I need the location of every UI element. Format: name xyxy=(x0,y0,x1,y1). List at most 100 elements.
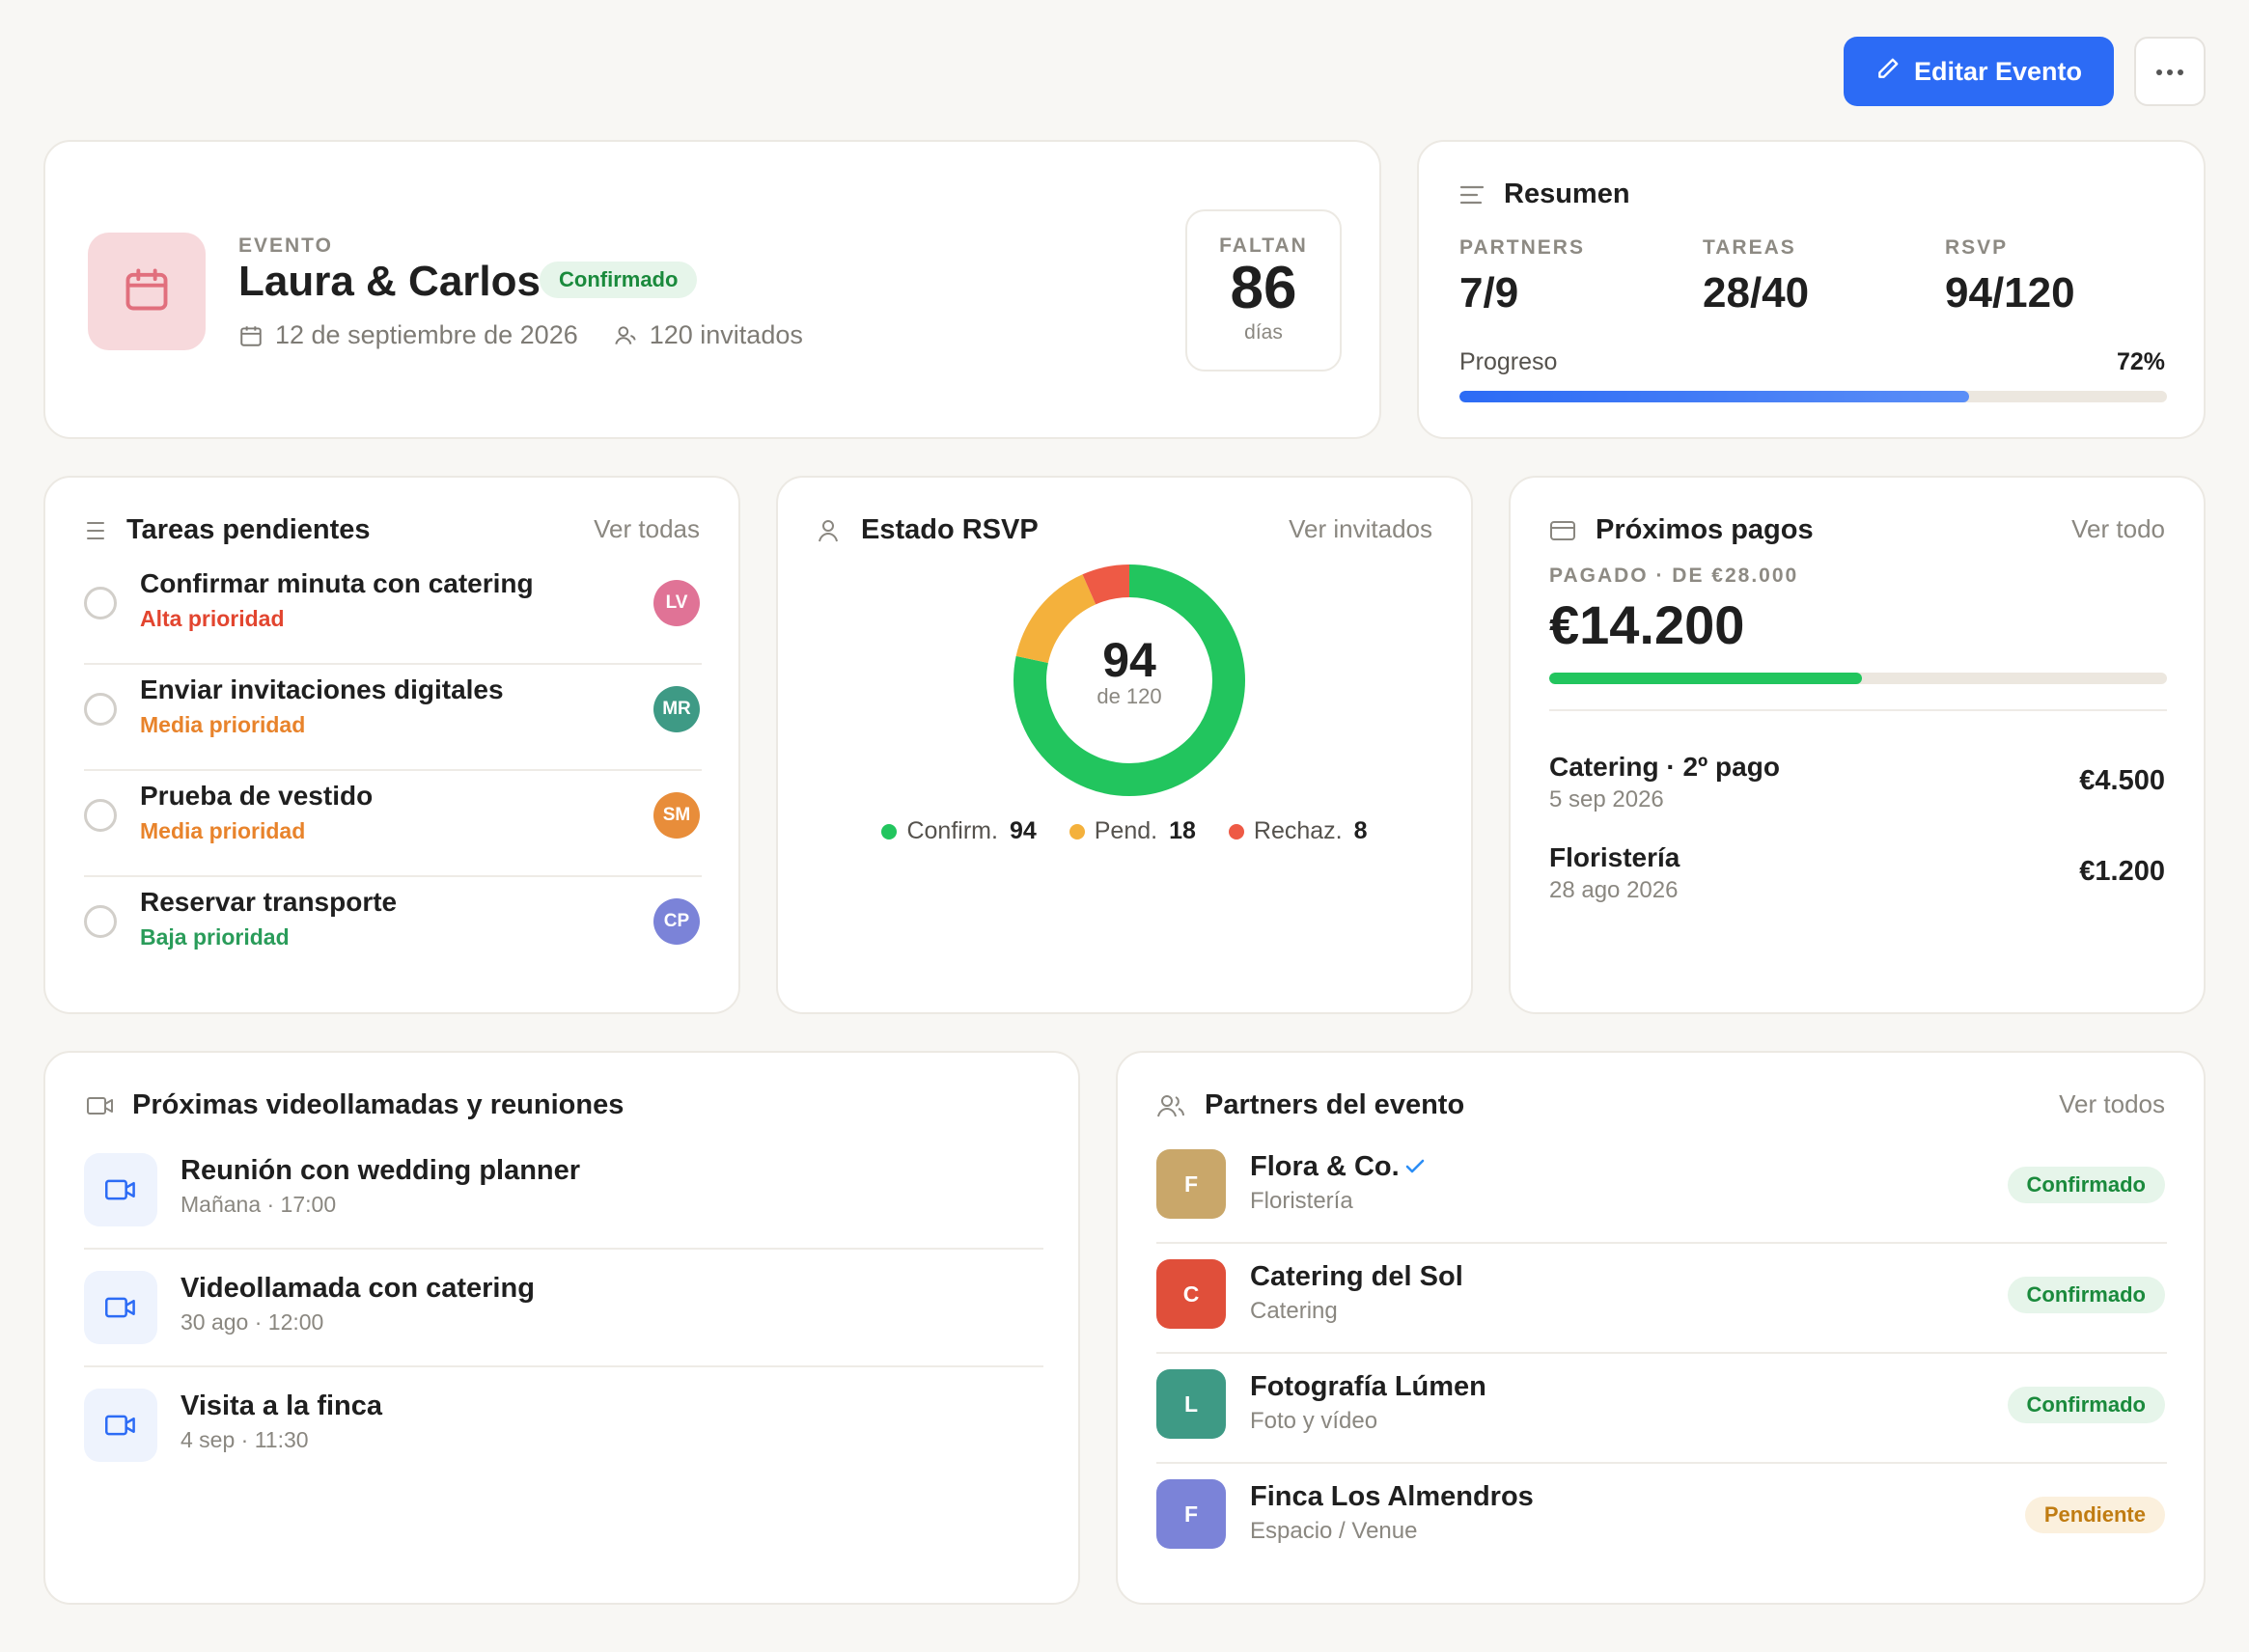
rsvp-legend: Confirm. 94 Pend. 18 Rechaz. 8 xyxy=(778,817,1471,845)
rsvp-header: Estado RSVP xyxy=(817,514,1039,546)
partner-item[interactable]: L Fotografía Lúmen Foto y vídeo Confirma… xyxy=(1118,1369,2204,1456)
partner-name: Finca Los Almendros xyxy=(1250,1481,1534,1512)
partner-item[interactable]: C Catering del Sol Catering Confirmado xyxy=(1118,1259,2204,1346)
tasks-card: Tareas pendientes Ver todas Confirmar mi… xyxy=(43,476,740,1014)
divider xyxy=(84,1365,1043,1367)
task-title: Reservar transporte xyxy=(140,887,398,917)
task-checkbox[interactable] xyxy=(84,905,117,938)
rsvp-center-label: de 120 xyxy=(1097,684,1162,708)
meeting-item[interactable]: Visita a la finca 4 sep · 11:30 xyxy=(45,1389,1078,1485)
paid-label: PAGADO · DE €28.000 xyxy=(1549,564,1799,587)
partner-category: Espacio / Venue xyxy=(1250,1518,1418,1544)
partner-name: Catering del Sol xyxy=(1250,1261,1463,1292)
stat-value: 28/40 xyxy=(1703,269,1810,317)
payments-title: Próximos pagos xyxy=(1596,514,1814,545)
payments-view-all-link[interactable]: Ver todo xyxy=(2071,514,2165,544)
meeting-time: 4 sep · 11:30 xyxy=(180,1427,309,1452)
partners-title: Partners del evento xyxy=(1205,1089,1465,1120)
stat-label: RSVP xyxy=(1945,236,2009,259)
progress-percent: 72% xyxy=(2116,348,2165,375)
stat-value: 7/9 xyxy=(1459,269,1519,317)
more-options-button[interactable] xyxy=(2134,37,2206,106)
payment-item[interactable]: Floristería 28 ago 2026 €1.200 xyxy=(1511,842,2204,910)
partner-item[interactable]: F Finca Los Almendros Espacio / Venue Pe… xyxy=(1118,1479,2204,1566)
paid-amount: €14.200 xyxy=(1549,594,1745,655)
payment-date: 28 ago 2026 xyxy=(1549,877,1679,903)
task-item[interactable]: Reservar transporte Baja prioridad CP xyxy=(45,883,738,989)
legend-value: 18 xyxy=(1169,817,1196,844)
person-icon xyxy=(817,518,840,543)
divider xyxy=(1549,709,2167,711)
task-priority: Media prioridad xyxy=(140,818,306,843)
partners-view-all-link[interactable]: Ver todos xyxy=(2059,1089,2165,1119)
meeting-time: 30 ago · 12:00 xyxy=(180,1309,324,1335)
rsvp-view-guests-link[interactable]: Ver invitados xyxy=(1289,514,1432,544)
video-icon xyxy=(86,1094,115,1117)
payment-name: Catering · 2º pago xyxy=(1549,752,1780,782)
verified-check-icon xyxy=(1403,1155,1427,1183)
partner-avatar: F xyxy=(1156,1149,1226,1219)
meeting-time: Mañana · 17:00 xyxy=(180,1192,337,1217)
event-meta: 12 de septiembre de 2026 120 invitados xyxy=(238,320,803,350)
stat-value: 94/120 xyxy=(1945,269,2075,317)
task-checkbox[interactable] xyxy=(84,587,117,620)
event-calendar-tile xyxy=(88,233,206,350)
task-title: Enviar invitaciones digitales xyxy=(140,675,504,704)
legend-label: Confirm. xyxy=(906,817,998,844)
task-item[interactable]: Prueba de vestido Media prioridad SM xyxy=(45,777,738,883)
partner-category: Foto y vídeo xyxy=(1250,1408,1378,1434)
small-calendar-icon xyxy=(238,323,264,348)
edit-event-button[interactable]: Editar Evento xyxy=(1844,37,2114,106)
tasks-view-all-link[interactable]: Ver todas xyxy=(594,514,700,544)
divider xyxy=(1156,1242,2167,1244)
tasks-header: Tareas pendientes xyxy=(86,514,371,546)
task-title: Confirmar minuta con catering xyxy=(140,568,534,598)
assignee-avatar: CP xyxy=(653,898,700,945)
list-icon xyxy=(86,520,105,541)
meeting-icon-tile xyxy=(84,1389,157,1462)
task-item[interactable]: Enviar invitaciones digitales Media prio… xyxy=(45,671,738,777)
divider xyxy=(84,1248,1043,1250)
event-card: EVENTO Laura & Carlos Confirmado 12 de s… xyxy=(43,140,1381,439)
video-icon xyxy=(104,1294,137,1321)
task-priority: Media prioridad xyxy=(140,712,306,737)
stat-label: PARTNERS xyxy=(1459,236,1585,259)
assignee-avatar: MR xyxy=(653,686,700,732)
partner-avatar: L xyxy=(1156,1369,1226,1439)
progress-track xyxy=(1459,391,2167,402)
legend-dot-confirmed xyxy=(881,823,898,840)
meeting-item[interactable]: Videollamada con catering 30 ago · 12:00 xyxy=(45,1271,1078,1367)
task-checkbox[interactable] xyxy=(84,693,117,726)
rsvp-card: Estado RSVP Ver invitados 94 de 120 Conf… xyxy=(776,476,1473,1014)
task-item[interactable]: Confirmar minuta con catering Alta prior… xyxy=(45,564,738,671)
task-priority: Alta prioridad xyxy=(140,606,285,631)
list-icon xyxy=(1459,184,1485,206)
payments-header: Próximos pagos xyxy=(1549,514,1814,546)
task-checkbox[interactable] xyxy=(84,799,117,832)
divider xyxy=(84,769,702,771)
meeting-item[interactable]: Reunión con wedding planner Mañana · 17:… xyxy=(45,1153,1078,1250)
partner-item[interactable]: F Flora & Co. Floristería Confirmado xyxy=(1118,1149,2204,1236)
rsvp-center-value: 94 xyxy=(1102,633,1156,687)
meeting-title: Reunión con wedding planner xyxy=(180,1155,581,1186)
credit-card-icon xyxy=(1549,520,1576,541)
meetings-title: Próximas videollamadas y reuniones xyxy=(132,1089,625,1120)
meetings-card: Próximas videollamadas y reuniones Reuni… xyxy=(43,1051,1080,1605)
paid-progress-track xyxy=(1549,673,2167,684)
video-icon xyxy=(104,1176,137,1203)
guests-icon xyxy=(613,323,638,348)
stat-label: TAREAS xyxy=(1703,236,1796,259)
assignee-avatar: LV xyxy=(653,580,700,626)
partner-avatar: F xyxy=(1156,1479,1226,1549)
payment-amount: €1.200 xyxy=(2079,856,2165,887)
edit-event-label: Editar Evento xyxy=(1913,56,2083,86)
calendar-icon xyxy=(122,264,172,319)
event-guests: 120 invitados xyxy=(649,320,803,349)
progress-fill xyxy=(1459,391,1969,402)
more-horizontal-icon xyxy=(2155,65,2184,79)
divider xyxy=(84,875,702,877)
video-icon xyxy=(104,1412,137,1439)
divider xyxy=(1156,1352,2167,1354)
payment-item[interactable]: Catering · 2º pago 5 sep 2026 €4.500 xyxy=(1511,752,2204,819)
task-title: Prueba de vestido xyxy=(140,781,374,811)
